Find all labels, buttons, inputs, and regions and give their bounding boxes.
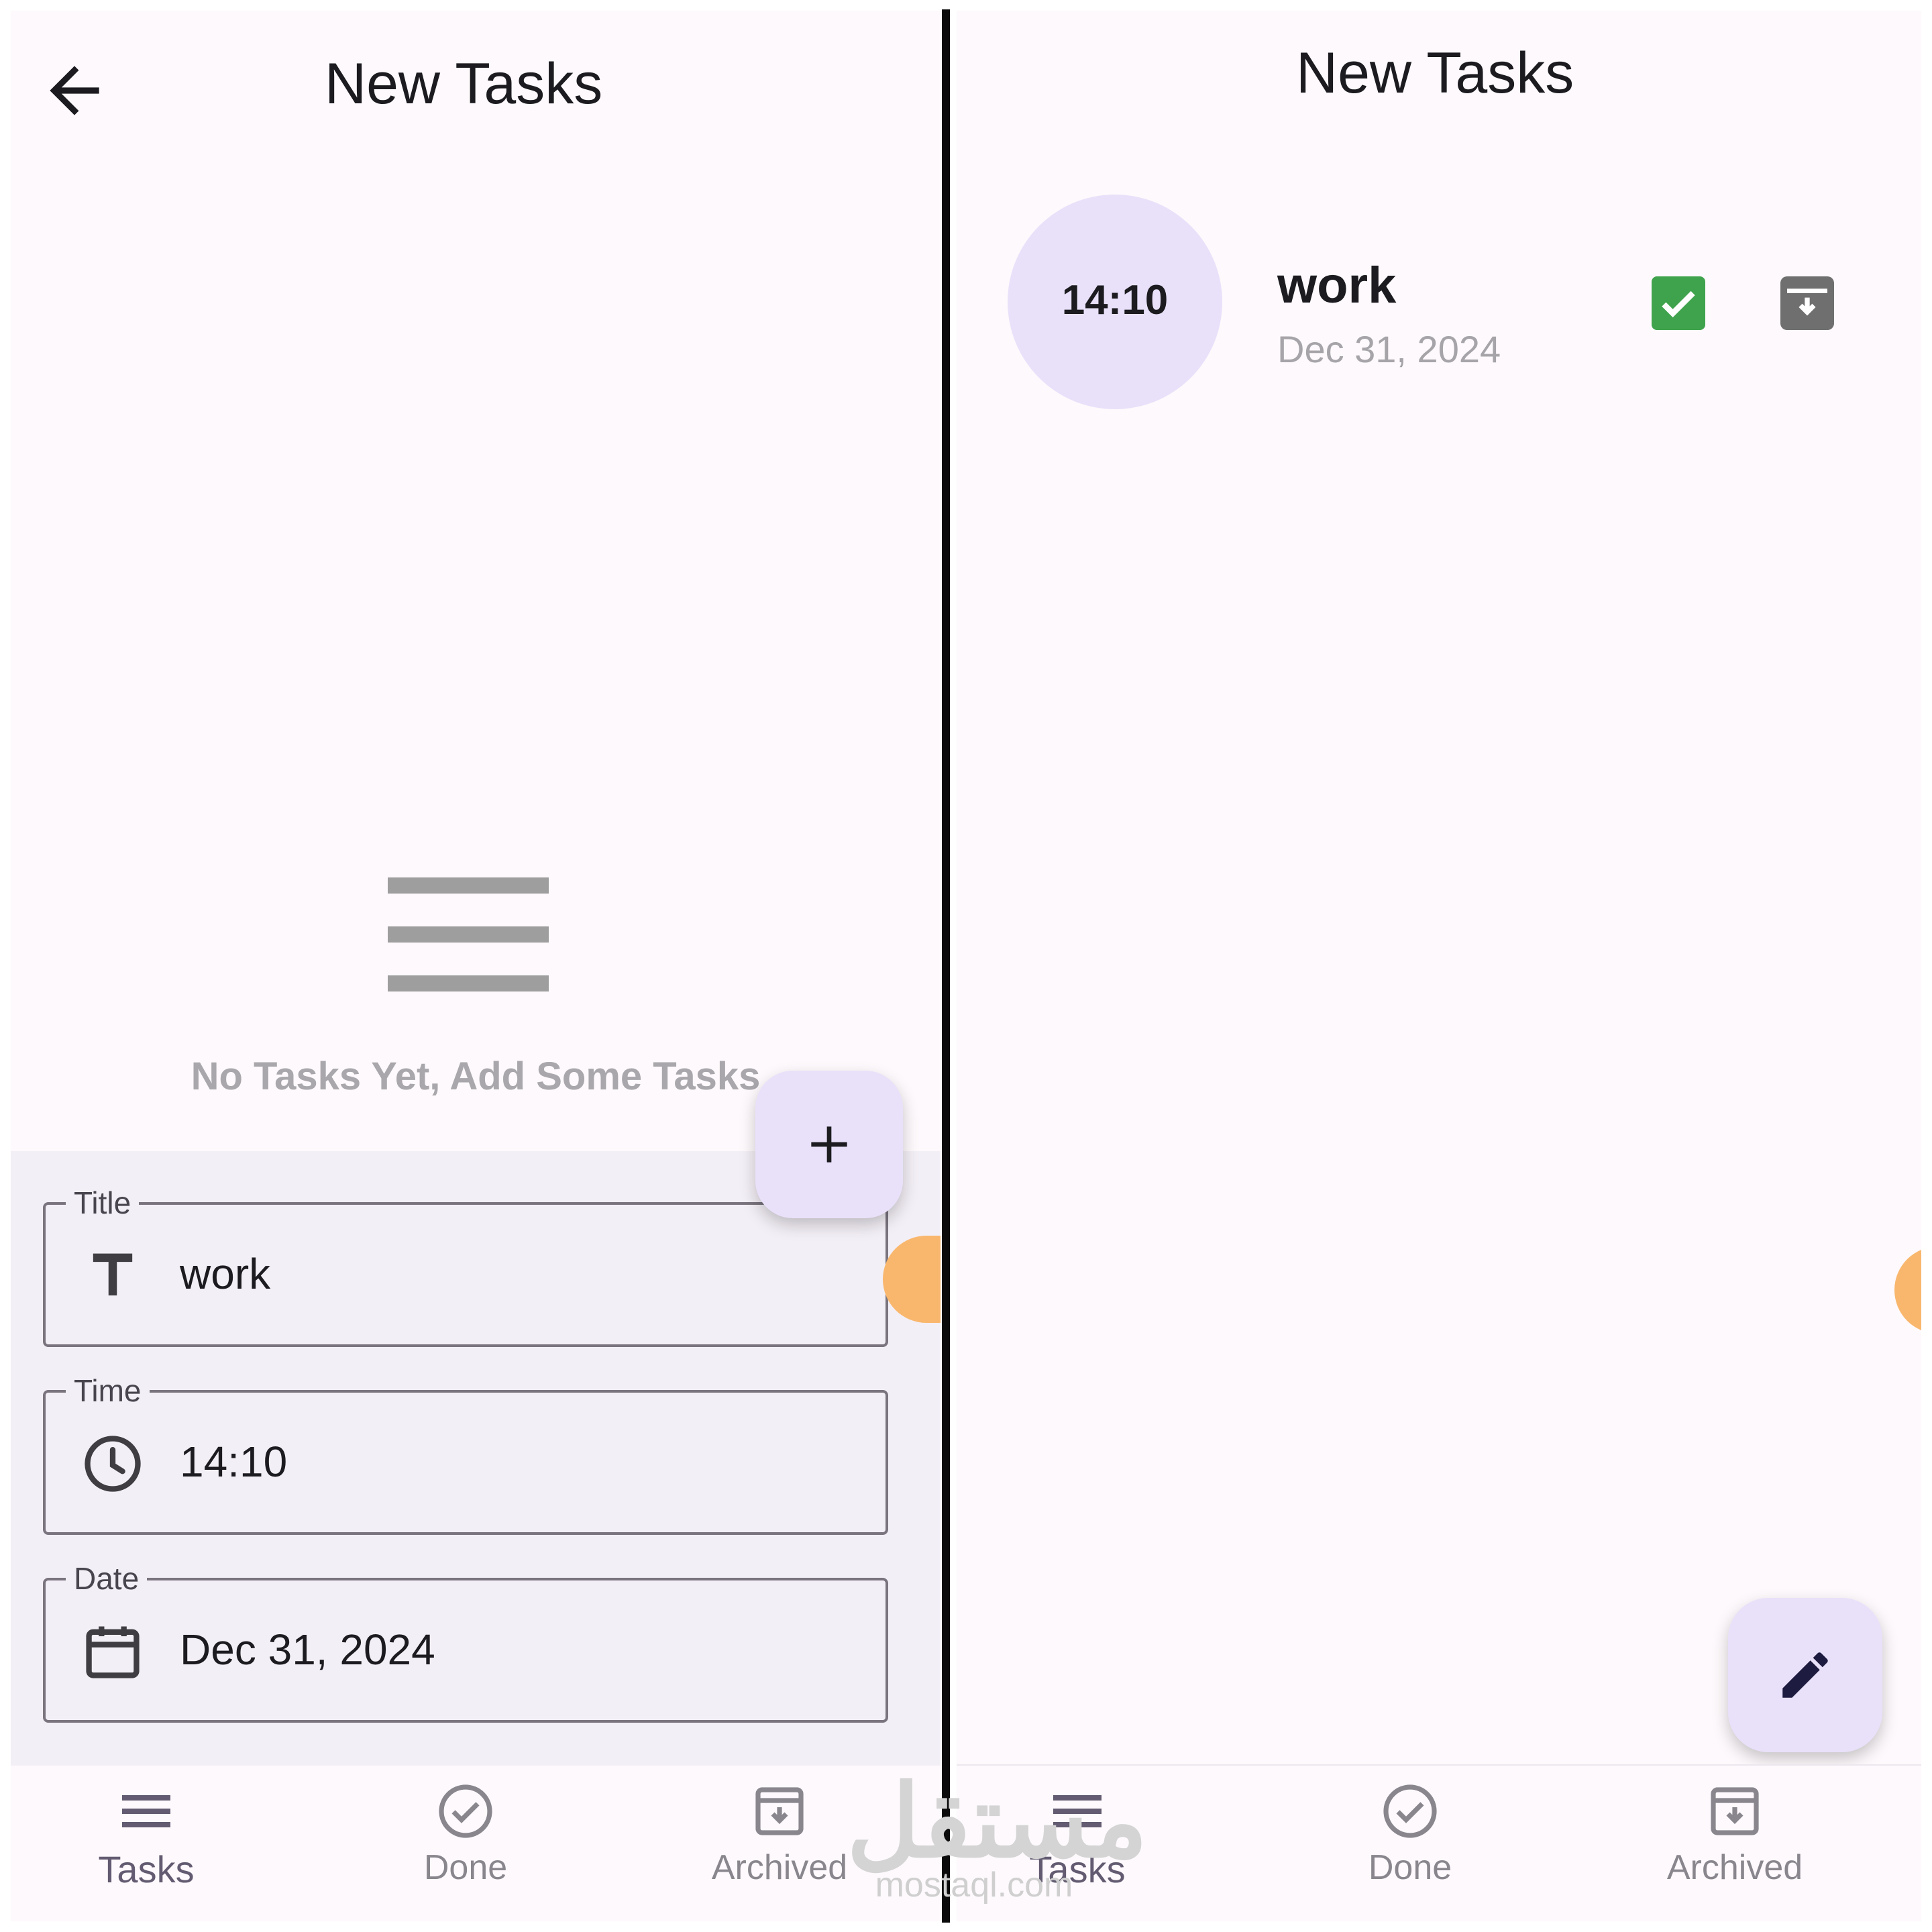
bottom-nav: Tasks Done Archived xyxy=(11,1766,941,1921)
title-field[interactable]: Title work xyxy=(43,1185,888,1347)
edit-button[interactable] xyxy=(1728,1598,1882,1752)
title-field-value: work xyxy=(180,1250,271,1298)
nav-done-label: Done xyxy=(1368,1848,1452,1887)
check-mark-icon xyxy=(1662,290,1695,318)
nav-done[interactable]: Done xyxy=(1289,1779,1531,1888)
calendar-icon xyxy=(86,1626,140,1678)
check-circle-icon xyxy=(439,1784,492,1838)
task-title: work xyxy=(1277,257,1397,314)
menu-icon xyxy=(122,1795,170,1827)
task-time-avatar: 14:10 xyxy=(1008,195,1222,409)
add-task-button[interactable] xyxy=(755,1071,903,1218)
time-field-label: Time xyxy=(66,1373,150,1409)
watermark: مستقل mostaql.com xyxy=(847,1765,1148,1905)
time-field[interactable]: Time 14:10 xyxy=(43,1373,888,1535)
nav-done[interactable]: Done xyxy=(345,1779,586,1888)
date-field[interactable]: Date Dec 31, 2024 xyxy=(43,1560,888,1723)
orange-bubble[interactable] xyxy=(1894,1246,1921,1334)
nav-tasks-label: Tasks xyxy=(98,1848,195,1890)
nav-done-label: Done xyxy=(423,1848,508,1887)
clock-icon xyxy=(85,1436,141,1492)
archive-icon[interactable] xyxy=(1780,276,1834,330)
right-screen: New Tasks 14:10 work Dec 31, 2024 Tasks xyxy=(957,11,1921,1921)
title-field-label: Title xyxy=(66,1185,140,1221)
plus-icon xyxy=(811,1126,847,1163)
edit-icon xyxy=(1782,1652,1828,1698)
time-field-value: 14:10 xyxy=(180,1438,288,1486)
text-t-icon xyxy=(93,1253,133,1296)
add-task-sheet: Title work Time 14:10 Date Dec 31, 2024 xyxy=(11,1151,941,1775)
task-date: Dec 31, 2024 xyxy=(1277,328,1501,370)
check-circle-icon xyxy=(1383,1784,1437,1838)
page-title: New Tasks xyxy=(1296,41,1574,105)
archive-arrow-icon xyxy=(1787,288,1827,316)
nav-tasks[interactable]: Tasks xyxy=(25,1779,267,1891)
task-time: 14:10 xyxy=(1061,277,1169,323)
nav-archived[interactable]: Archived xyxy=(1614,1779,1856,1888)
nav-archived-label: Archived xyxy=(1666,1848,1803,1887)
arrow-left-icon[interactable] xyxy=(38,54,111,127)
date-field-label: Date xyxy=(66,1560,148,1597)
checkbox-checked-icon[interactable] xyxy=(1652,276,1705,330)
screen-divider xyxy=(942,9,950,1923)
watermark-logo: مستقل xyxy=(847,1765,1148,1878)
left-screen: New Tasks No Tasks Yet, Add Some Tasks T… xyxy=(11,11,941,1921)
menu-icon xyxy=(388,877,549,991)
archive-icon xyxy=(1711,1787,1759,1835)
watermark-url: mostaql.com xyxy=(875,1866,1073,1904)
archive-icon xyxy=(755,1787,804,1835)
page-title: New Tasks xyxy=(325,52,603,116)
date-field-value: Dec 31, 2024 xyxy=(180,1625,435,1674)
